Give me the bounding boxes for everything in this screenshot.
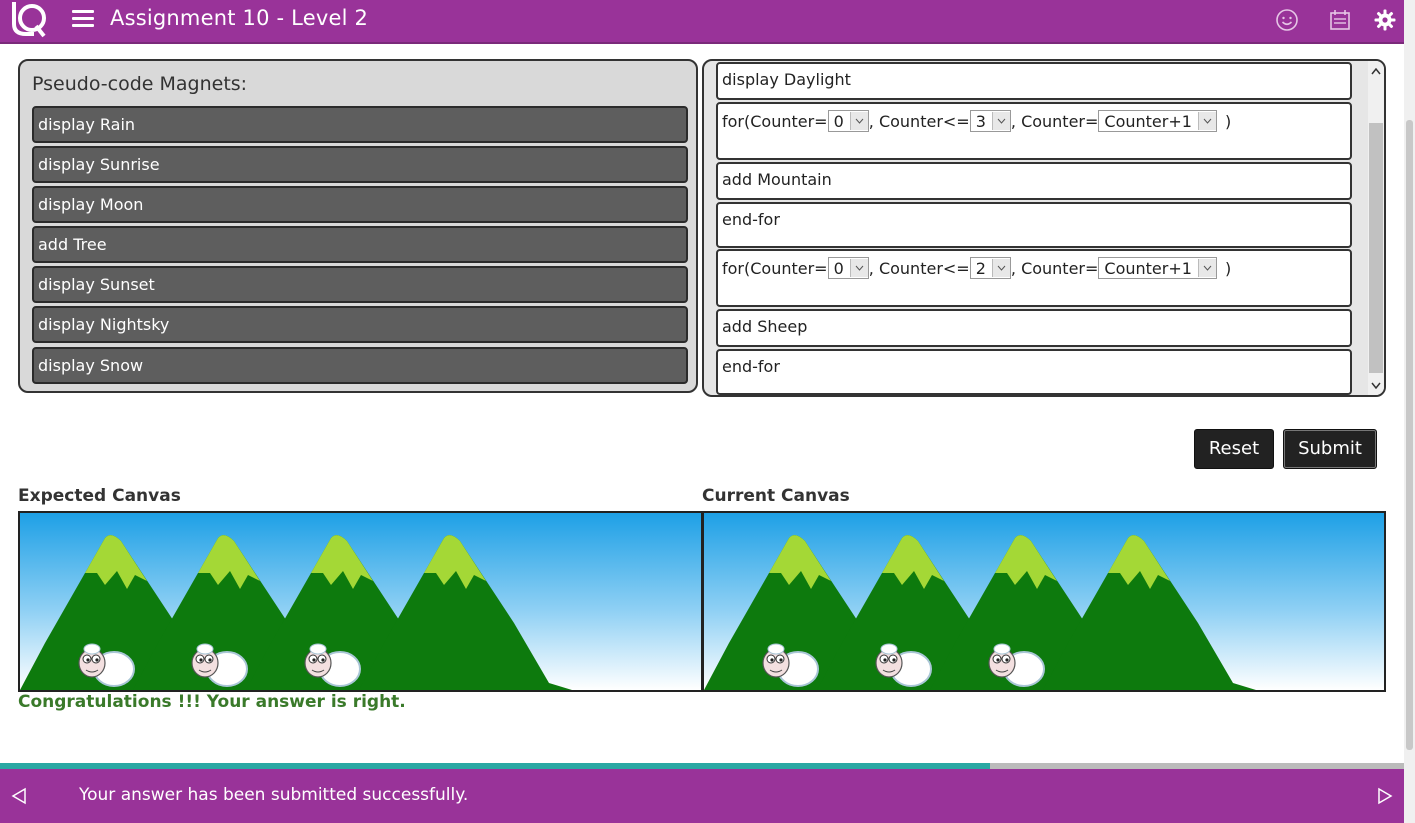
chevron-down-icon xyxy=(991,259,1010,277)
calendar-icon[interactable] xyxy=(1328,8,1352,32)
expected-canvas-label: Expected Canvas xyxy=(18,486,181,506)
settings-icon[interactable] xyxy=(1373,8,1397,32)
magnet-item[interactable]: add Tree xyxy=(32,226,688,263)
code-line-for[interactable]: for(Counter= 0 , Counter<= 3 , Counter= … xyxy=(716,102,1352,160)
code-line[interactable]: add Mountain xyxy=(716,162,1352,200)
top-bar: Assignment 10 - Level 2 xyxy=(0,0,1404,44)
code-line[interactable]: end-for xyxy=(716,349,1352,395)
current-canvas-label: Current Canvas xyxy=(702,486,850,506)
code-line-text: add Mountain xyxy=(722,170,832,189)
for-prefix: for(Counter= xyxy=(722,258,828,278)
code-line-text: display Daylight xyxy=(722,70,851,89)
chevron-down-icon xyxy=(1197,259,1216,277)
start-select[interactable]: 0 xyxy=(827,110,869,132)
magnet-item[interactable]: display Sunrise xyxy=(32,146,688,183)
code-line[interactable]: add Sheep xyxy=(716,309,1352,347)
start-select[interactable]: 0 xyxy=(827,257,869,279)
scroll-down-icon[interactable] xyxy=(1368,377,1384,393)
chevron-down-icon xyxy=(849,259,868,277)
code-scrollbar[interactable] xyxy=(1368,61,1384,395)
scroll-up-icon[interactable] xyxy=(1368,63,1384,79)
current-canvas xyxy=(702,511,1386,692)
start-value: 0 xyxy=(833,258,844,278)
page-scrollbar[interactable] xyxy=(1404,0,1415,823)
expected-scene xyxy=(20,513,701,690)
magnet-item[interactable]: display Moon xyxy=(32,186,688,223)
next-arrow-icon[interactable] xyxy=(1376,787,1394,805)
for-mid2: , Counter= xyxy=(1010,258,1099,278)
magnet-item[interactable]: display Nightsky xyxy=(32,306,688,343)
footer-message: Your answer has been submitted successfu… xyxy=(79,785,469,805)
menu-icon[interactable] xyxy=(72,10,94,28)
for-suffix: ) xyxy=(1224,258,1232,278)
for-prefix: for(Counter= xyxy=(722,111,828,131)
step-select[interactable]: Counter+1 xyxy=(1098,110,1217,132)
for-mid: , Counter<= xyxy=(868,258,970,278)
result-message: Congratulations !!! Your answer is right… xyxy=(18,692,406,712)
magnet-item[interactable]: display Snow xyxy=(32,347,688,384)
magnet-item[interactable]: display Sunset xyxy=(32,266,688,303)
expected-canvas xyxy=(18,511,703,692)
code-line-text: end-for xyxy=(722,210,780,229)
step-value: Counter+1 xyxy=(1104,111,1192,131)
smiley-icon[interactable] xyxy=(1275,8,1299,32)
code-line[interactable]: end-for xyxy=(716,202,1352,248)
start-value: 0 xyxy=(833,111,844,131)
for-suffix: ) xyxy=(1224,111,1232,131)
submit-button[interactable]: Submit xyxy=(1283,429,1377,469)
chevron-down-icon xyxy=(1197,112,1216,130)
scroll-thumb[interactable] xyxy=(1369,123,1383,373)
end-value: 2 xyxy=(975,258,986,278)
end-select[interactable]: 3 xyxy=(969,110,1011,132)
for-mid2: , Counter= xyxy=(1010,111,1099,131)
magnets-panel: Pseudo-code Magnets: display Rain displa… xyxy=(18,59,698,393)
previous-arrow-icon[interactable] xyxy=(10,787,28,805)
code-panel: display Daylight for(Counter= 0 , Counte… xyxy=(702,59,1386,397)
code-line-text: end-for xyxy=(722,357,780,376)
chevron-down-icon xyxy=(849,112,868,130)
for-mid: , Counter<= xyxy=(868,111,970,131)
chevron-down-icon xyxy=(991,112,1010,130)
step-value: Counter+1 xyxy=(1104,258,1192,278)
code-line-for[interactable]: for(Counter= 0 , Counter<= 2 , Counter= … xyxy=(716,249,1352,307)
step-select[interactable]: Counter+1 xyxy=(1098,257,1217,279)
code-line-text: add Sheep xyxy=(722,317,808,336)
page-title: Assignment 10 - Level 2 xyxy=(110,6,369,30)
current-scene xyxy=(704,513,1384,690)
magnets-title: Pseudo-code Magnets: xyxy=(32,73,248,95)
footer-bar: Your answer has been submitted successfu… xyxy=(0,769,1404,823)
app-logo[interactable] xyxy=(8,0,48,38)
code-line[interactable]: display Daylight xyxy=(716,62,1352,100)
magnet-item[interactable]: display Rain xyxy=(32,106,688,143)
reset-button[interactable]: Reset xyxy=(1194,429,1274,469)
end-select[interactable]: 2 xyxy=(969,257,1011,279)
end-value: 3 xyxy=(975,111,986,131)
